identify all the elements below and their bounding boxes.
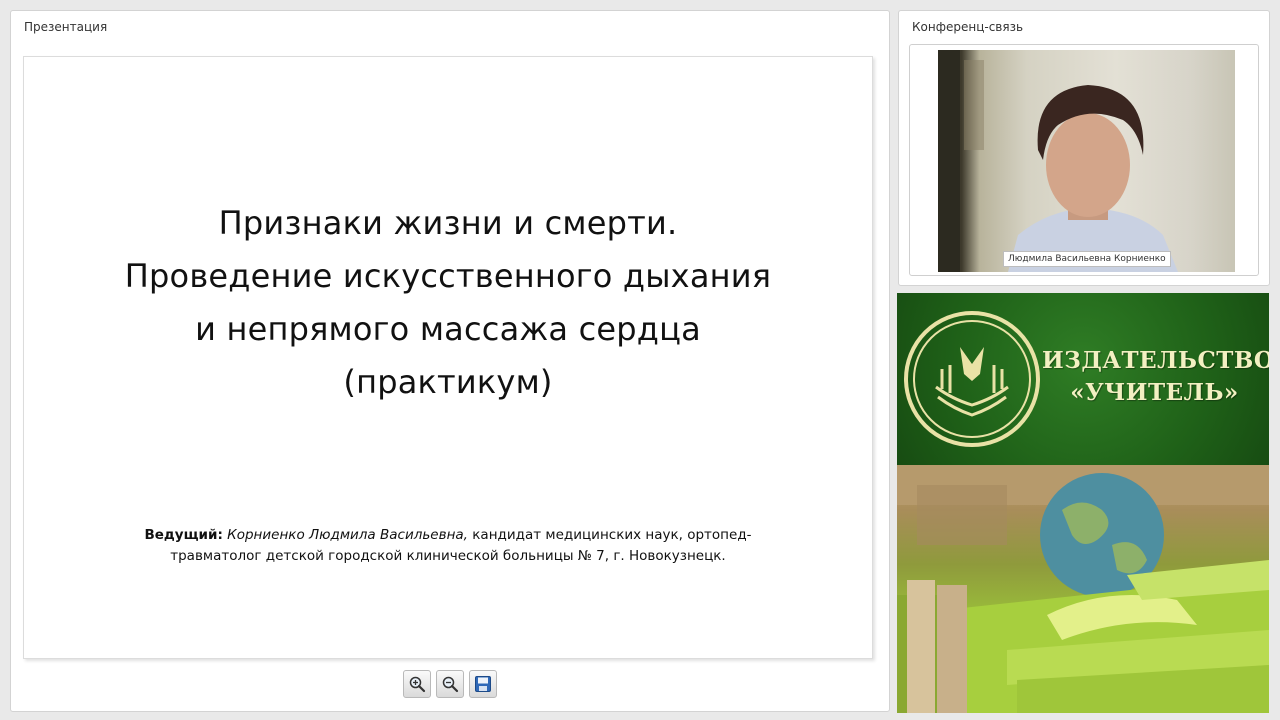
zoom-out-icon <box>442 676 459 693</box>
presenter-desc-1: кандидат медицинских наук, ортопед- <box>472 527 752 543</box>
presenter-desc-2: травматолог детской городской клиническо… <box>170 548 726 564</box>
presentation-pod: Презентация Признаки жизни и смерти. Про… <box>10 10 890 712</box>
publisher-banner: ИЗДАТЕЛЬСТВО «УЧИТЕЛЬ» <box>897 293 1269 713</box>
presenter-info: Ведущий: Корниенко Людмила Васильевна, к… <box>84 525 812 567</box>
save-icon <box>475 676 491 692</box>
zoom-in-button[interactable] <box>403 670 431 698</box>
conference-pod-title: Конференц-связь <box>912 20 1024 34</box>
save-button[interactable] <box>469 670 497 698</box>
participant-name-tag: Людмила Васильевна Корниенко <box>1003 251 1171 267</box>
slide-title-line-1: Признаки жизни и смерти. <box>218 204 678 242</box>
slide-title: Признаки жизни и смерти. Проведение иску… <box>24 197 872 409</box>
publisher-name-line-2: «УЧИТЕЛЬ» <box>1070 379 1239 406</box>
slide-title-line-4: (практикум) <box>343 363 553 401</box>
presentation-toolbar <box>403 670 497 698</box>
slide-title-line-2: Проведение искусственного дыхания <box>124 257 772 295</box>
video-tile[interactable]: Людмила Васильевна Корниенко <box>909 44 1259 276</box>
publisher-logo-icon <box>904 311 1040 447</box>
participant-video: Людмила Васильевна Корниенко <box>938 50 1235 272</box>
zoom-in-icon <box>409 676 426 693</box>
zoom-out-button[interactable] <box>436 670 464 698</box>
conference-pod: Конференц-связь Людмила Васильевна Корни… <box>898 10 1270 286</box>
participant-silhouette <box>938 50 1178 272</box>
presenter-name: Корниенко Людмила Васильевна, <box>227 527 468 543</box>
slide-title-line-3: и непрямого массажа сердца <box>195 310 701 348</box>
books-globe-illustration <box>897 465 1269 713</box>
publisher-name: ИЗДАТЕЛЬСТВО «УЧИТЕЛЬ» <box>1042 345 1269 409</box>
presenter-label: Ведущий: <box>144 527 223 543</box>
slide: Признаки жизни и смерти. Проведение иску… <box>23 56 873 659</box>
presentation-pod-title: Презентация <box>24 20 108 34</box>
banner-image <box>897 465 1269 713</box>
publisher-name-line-1: ИЗДАТЕЛЬСТВО <box>1042 347 1269 374</box>
banner-header: ИЗДАТЕЛЬСТВО «УЧИТЕЛЬ» <box>897 293 1269 465</box>
